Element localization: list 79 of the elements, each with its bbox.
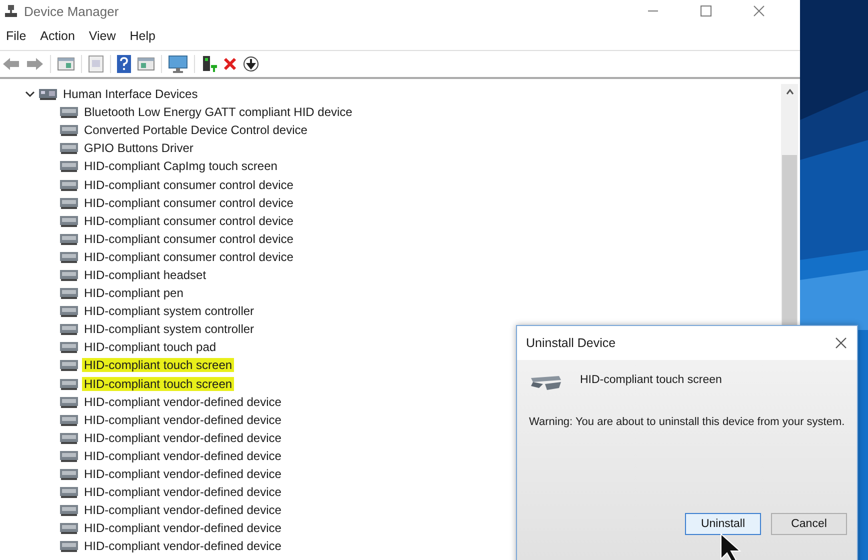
device-icon — [60, 214, 78, 228]
device-icon — [60, 539, 78, 554]
menu-item[interactable]: View — [88, 29, 116, 43]
dialog-title: Uninstall Device — [526, 336, 616, 350]
tree-item[interactable]: HID-compliant vendor-defined device — [82, 467, 284, 482]
tree-item[interactable]: HID-compliant touch screen — [82, 376, 234, 391]
forward-arrow-icon[interactable] — [26, 57, 44, 71]
tree-item[interactable]: HID-compliant vendor-defined device — [82, 521, 284, 536]
tree-item[interactable]: HID-compliant system controller — [82, 304, 256, 318]
tree-item[interactable]: HID-compliant consumer control device — [82, 250, 296, 264]
tree-item[interactable]: HID-compliant vendor-defined device — [82, 412, 284, 427]
app-icon — [4, 4, 18, 18]
device-name: HID-compliant touch screen — [580, 374, 722, 386]
device-icon — [60, 376, 78, 391]
device-icon — [60, 394, 78, 409]
back-arrow-icon[interactable] — [2, 57, 20, 71]
monitor-icon[interactable] — [168, 55, 188, 73]
tree-item[interactable]: Converted Portable Device Control device — [82, 123, 310, 138]
close-icon[interactable] — [835, 337, 847, 349]
device-icon — [60, 141, 78, 156]
panel-icon[interactable] — [57, 56, 75, 72]
delete-icon[interactable] — [223, 57, 237, 71]
tree-item[interactable]: HID-compliant vendor-defined device — [82, 503, 284, 518]
window-title: Device Manager — [24, 4, 119, 18]
device-icon — [60, 232, 78, 246]
menu-item[interactable]: File — [6, 29, 26, 43]
device-icon — [60, 196, 78, 210]
tree-item[interactable]: HID-compliant vendor-defined device — [82, 448, 284, 463]
tree-item[interactable]: HID-compliant touch screen — [82, 358, 234, 372]
help-icon[interactable] — [117, 55, 131, 73]
device-icon — [60, 286, 78, 300]
device-icon — [60, 430, 78, 445]
document-icon[interactable] — [88, 55, 104, 73]
device-icon — [60, 123, 78, 138]
device-icon — [60, 503, 78, 518]
tree-item[interactable]: HID-compliant vendor-defined device — [82, 430, 284, 445]
device-icon — [60, 178, 78, 192]
device-icon — [60, 448, 78, 463]
tree-item[interactable]: HID-compliant system controller — [82, 322, 256, 336]
menu-item[interactable]: Action — [40, 29, 75, 43]
close-icon[interactable] — [753, 5, 765, 17]
device-icon — [60, 250, 78, 264]
download-icon[interactable] — [243, 56, 259, 72]
device-icon — [60, 322, 78, 336]
dialog-button[interactable]: Cancel — [771, 513, 847, 535]
tree-item[interactable]: HID-compliant vendor-defined device — [82, 394, 284, 409]
tree-item[interactable]: HID-compliant vendor-defined device — [82, 485, 284, 500]
device-icon — [60, 304, 78, 318]
tree-item[interactable]: HID-compliant consumer control device — [82, 196, 296, 210]
cursor-icon — [720, 533, 742, 560]
tree-item[interactable]: HID-compliant pen — [82, 286, 186, 300]
device-icon — [60, 268, 78, 282]
tree-item[interactable]: HID-compliant consumer control device — [82, 232, 296, 246]
menu-item[interactable]: Help — [130, 29, 156, 43]
tree-item[interactable]: GPIO Buttons Driver — [82, 141, 196, 156]
device-icon — [60, 412, 78, 427]
device-icon — [60, 159, 78, 174]
tree-item[interactable]: Human Interface Devices — [61, 87, 200, 102]
device-icon — [60, 358, 78, 372]
tree-item[interactable]: Bluetooth Low Energy GATT compliant HID device — [82, 105, 354, 120]
tree-item[interactable]: HID-compliant consumer control device — [82, 214, 296, 228]
dialog-button[interactable]: Uninstall — [685, 513, 761, 535]
chevron-icon[interactable] — [25, 89, 35, 100]
device-icon — [60, 340, 78, 354]
maximize-icon[interactable] — [700, 5, 712, 17]
device-icon — [60, 521, 78, 536]
warning-text: Warning: You are about to uninstall this device from your system. — [529, 416, 846, 428]
device-icon — [39, 87, 57, 102]
tree-item[interactable]: HID-compliant CapImg touch screen — [82, 159, 280, 174]
device-icon — [60, 105, 78, 120]
device-icon — [60, 485, 78, 500]
tree-item[interactable]: HID-compliant vendor-defined device — [82, 539, 284, 554]
tree-item[interactable]: HID-compliant headset — [82, 268, 208, 282]
device-icon — [60, 467, 78, 482]
tree-item[interactable]: HID-compliant consumer control device — [82, 178, 296, 192]
device-add-icon[interactable] — [201, 55, 217, 73]
tree-item[interactable]: HID-compliant touch pad — [82, 340, 218, 354]
scroll-up-icon[interactable] — [786, 89, 794, 95]
panel-icon[interactable] — [137, 56, 155, 72]
